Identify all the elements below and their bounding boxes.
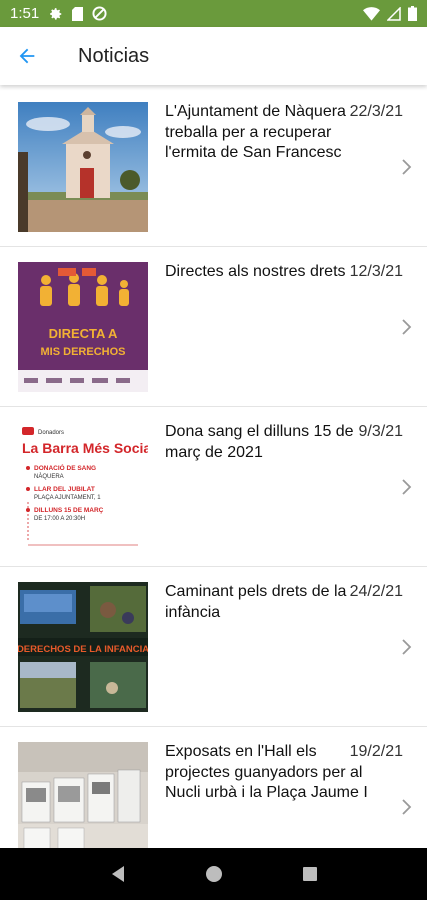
collage-caption: DERECHOS DE LA INFANCIA — [18, 644, 148, 655]
app-bar: Noticias — [0, 27, 427, 85]
status-bar: 1:51 — [0, 0, 427, 27]
poster-line: LLAR DEL JUBILAT — [34, 486, 95, 493]
video-collage: DERECHOS DE LA INFANCIA — [18, 582, 148, 712]
news-title: Exposats en l'Hall els projectes guanyad… — [165, 743, 368, 801]
svg-text:DIRECTA A: DIRECTA A — [49, 326, 118, 341]
gear-icon — [50, 7, 62, 20]
home-circle-icon[interactable] — [205, 865, 223, 883]
directa-a-mis-derechos-poster: DIRECTA A MIS DERECHOS — [18, 262, 148, 392]
page-title: Noticias — [78, 44, 150, 67]
chevron-right-icon — [402, 479, 412, 495]
news-title: Dona sang el dilluns 15 de març de 2021 — [165, 423, 354, 461]
back-triangle-icon[interactable] — [110, 865, 126, 883]
poster-line: PLAÇA AJUNTAMENT, 1 — [34, 495, 101, 501]
news-date: 22/3/21 — [349, 103, 403, 120]
cell-signal-icon — [387, 6, 401, 21]
news-title: Directes als nostres drets — [165, 263, 346, 280]
svg-text:MIS DERECHOS: MIS DERECHOS — [41, 346, 126, 358]
battery-icon — [408, 6, 417, 21]
news-item[interactable]: Donadors La Barra Més Social DONACIÓ DE … — [0, 407, 427, 567]
arrow-back-icon — [19, 48, 35, 64]
chevron-right-icon — [402, 319, 412, 335]
news-item[interactable]: DIRECTA A MIS DERECHOS Directes als nost… — [0, 247, 427, 407]
blood-donation-poster: Donadors La Barra Més Social DONACIÓ DE … — [18, 422, 148, 552]
news-title: L'Ajuntament de Nàquera treballa per a r… — [165, 103, 346, 161]
news-date: 12/3/21 — [349, 263, 403, 280]
poster-line: DILLUNS 15 DE MARÇ — [34, 507, 104, 514]
news-title: Caminant pels drets de la infància — [165, 583, 347, 621]
chevron-right-icon — [402, 159, 412, 175]
news-item[interactable]: DERECHOS DE LA INFANCIA Caminant pels dr… — [0, 567, 427, 727]
poster-line: NÀQUERA — [34, 473, 64, 480]
news-item[interactable]: L'Ajuntament de Nàquera treballa per a r… — [0, 87, 427, 247]
sim-card-icon — [72, 6, 84, 21]
data-saver-icon — [92, 6, 107, 21]
poster-brand-text: La Barra Més Social — [22, 440, 148, 456]
chevron-right-icon — [402, 639, 412, 655]
wifi-icon — [363, 6, 380, 21]
back-button[interactable] — [0, 27, 54, 85]
news-date: 19/2/21 — [349, 743, 403, 760]
status-time: 1:51 — [10, 5, 40, 22]
news-date: 9/3/21 — [358, 423, 403, 440]
hermitage-photo — [18, 102, 148, 232]
news-list[interactable]: L'Ajuntament de Nàquera treballa per a r… — [0, 87, 427, 848]
chevron-right-icon — [402, 799, 412, 815]
poster-line: DE 17:00 A 20:30H — [34, 516, 85, 522]
poster-line: DONACIÓ DE SANG — [34, 463, 96, 472]
system-nav-bar — [0, 848, 427, 900]
exhibition-photo — [18, 742, 148, 848]
news-date: 24/2/21 — [349, 583, 403, 600]
news-item[interactable]: Exposats en l'Hall els projectes guanyad… — [0, 727, 427, 848]
svg-text:Donadors: Donadors — [38, 430, 64, 436]
recents-square-icon[interactable] — [302, 866, 318, 882]
